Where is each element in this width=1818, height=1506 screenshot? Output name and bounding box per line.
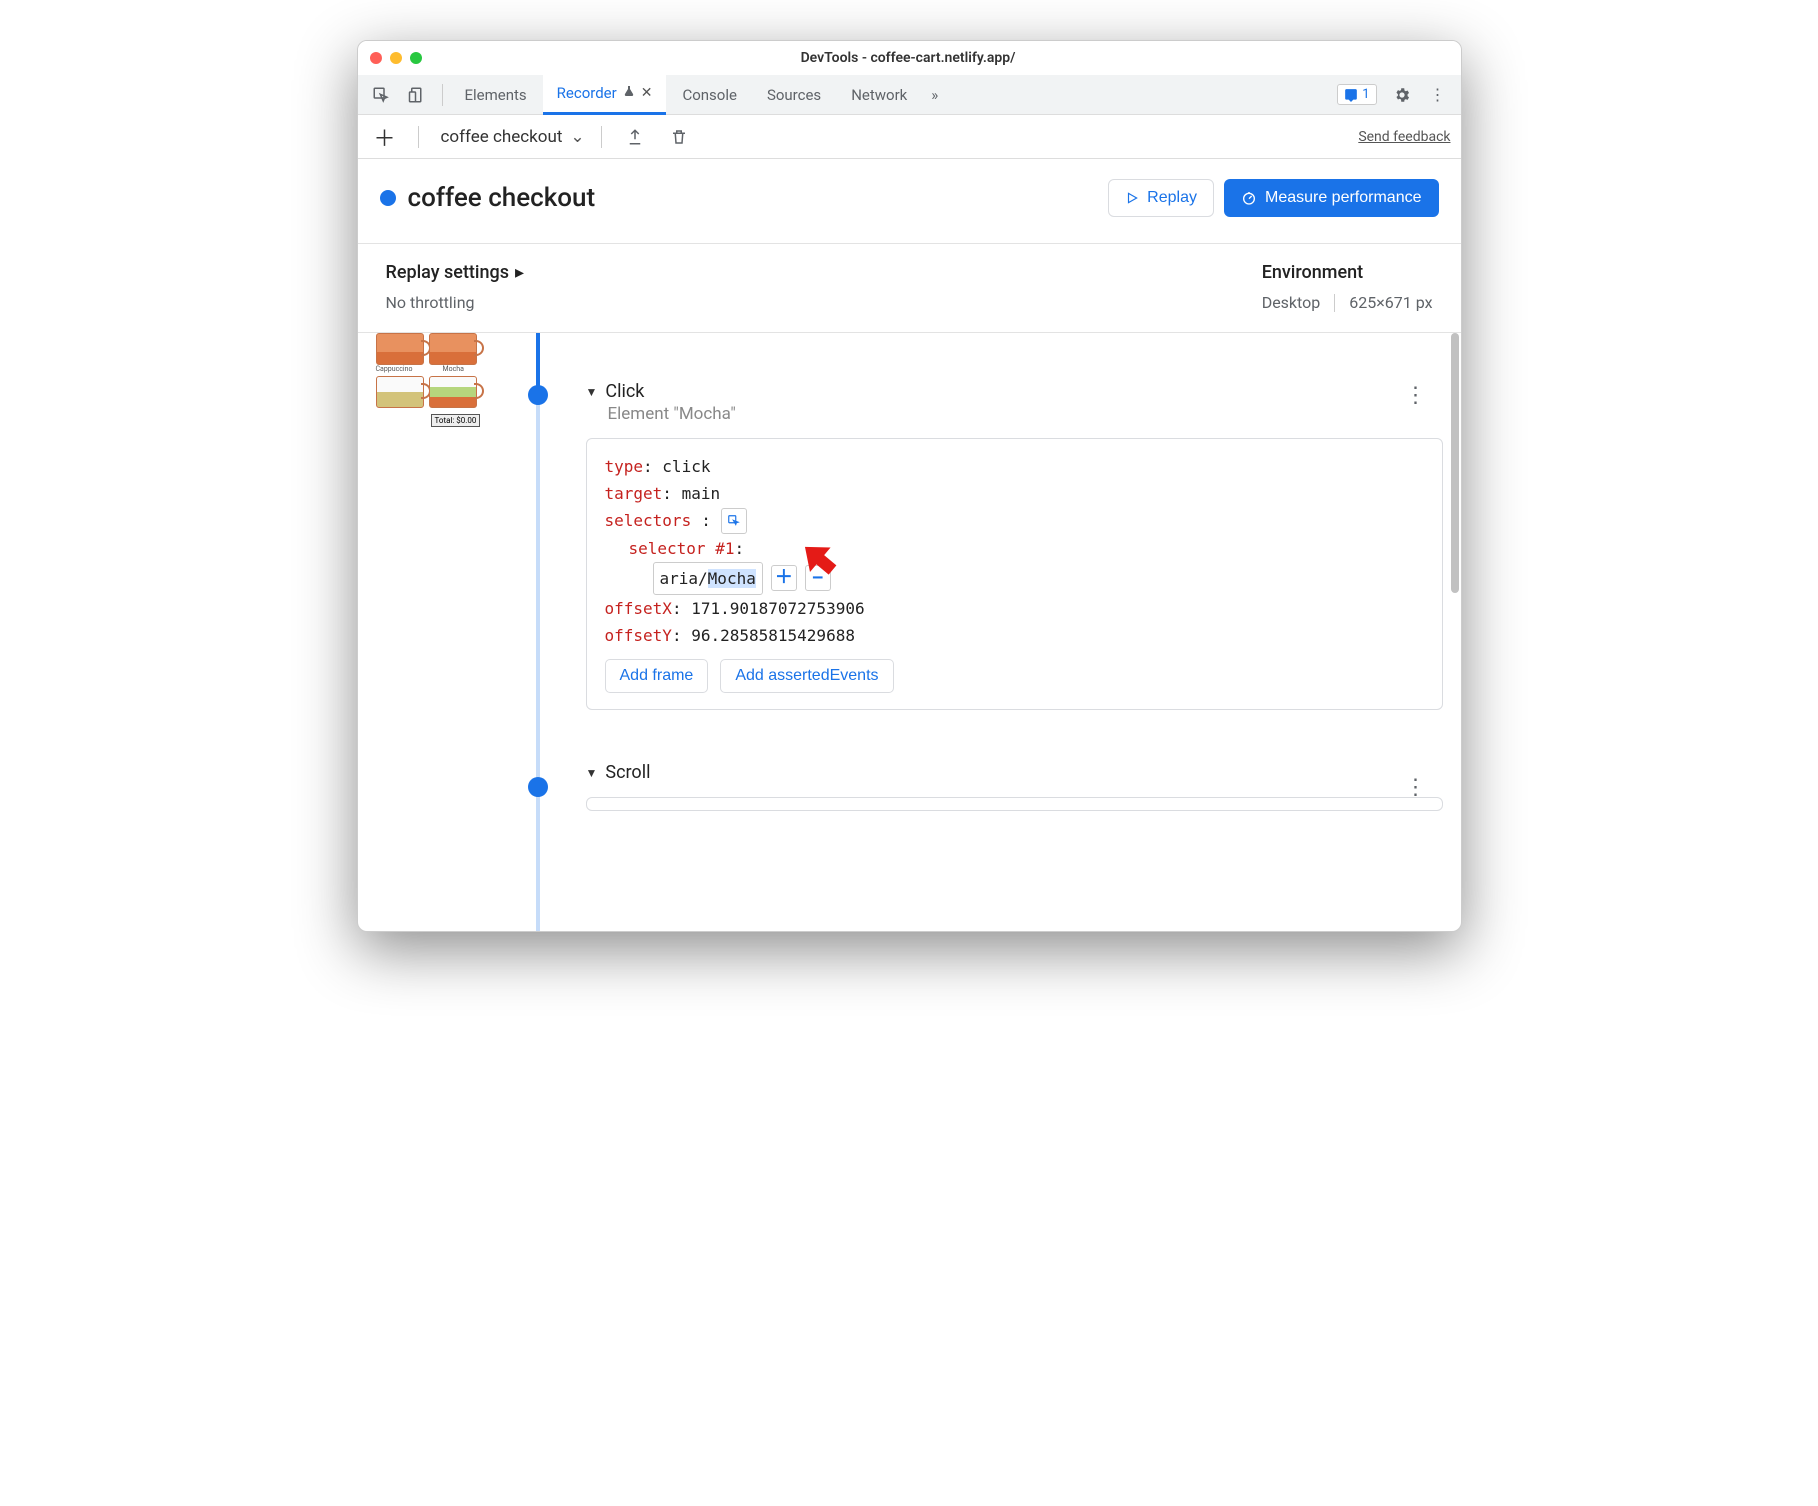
tab-elements[interactable]: Elements xyxy=(451,75,541,115)
divider xyxy=(1334,294,1335,312)
add-frame-button[interactable]: Add frame xyxy=(605,659,709,693)
tab-console[interactable]: Console xyxy=(668,75,751,115)
new-recording-button[interactable]: ＋ xyxy=(368,120,402,154)
step-scroll: ▼ Scroll xyxy=(586,762,1443,811)
step-menu-icon[interactable]: ⋮ xyxy=(1405,775,1427,800)
divider xyxy=(418,126,419,148)
step-menu-icon[interactable]: ⋮ xyxy=(1405,383,1427,408)
step-header[interactable]: ▼ Click xyxy=(586,381,1443,402)
tab-recorder[interactable]: Recorder ✕ xyxy=(543,75,667,115)
traffic-lights xyxy=(370,52,422,64)
recording-name: coffee checkout xyxy=(441,127,563,147)
maximize-window-button[interactable] xyxy=(410,52,422,64)
settings-gear-icon[interactable] xyxy=(1385,78,1419,112)
timeline-node[interactable] xyxy=(528,385,548,405)
settings-row: Replay settings ▸ No throttling Environm… xyxy=(358,244,1461,333)
record-status-dot xyxy=(380,190,396,206)
devtools-window: DevTools - coffee-cart.netlify.app/ Elem… xyxy=(357,40,1462,932)
window-title: DevTools - coffee-cart.netlify.app/ xyxy=(422,50,1395,66)
chevron-right-icon: ▸ xyxy=(515,262,524,283)
step-click: ▼ Click Element "Mocha" type: click targ… xyxy=(586,381,1443,710)
thumbnail-total: Total: $0.00 xyxy=(431,414,481,427)
step-header[interactable]: ▼ Scroll xyxy=(586,762,1443,783)
replay-settings-toggle[interactable]: Replay settings ▸ xyxy=(386,262,525,283)
chevron-down-icon: ⌄ xyxy=(570,127,584,147)
scrollbar-thumb[interactable] xyxy=(1451,333,1459,593)
recording-selector[interactable]: coffee checkout ⌄ xyxy=(441,127,585,147)
expand-icon: ▼ xyxy=(586,766,598,780)
throttle-value: No throttling xyxy=(386,293,525,312)
tab-recorder-label: Recorder xyxy=(557,84,617,102)
inspect-element-icon[interactable] xyxy=(364,78,398,112)
recording-title: coffee checkout xyxy=(408,183,1109,213)
issues-badge[interactable]: 1 xyxy=(1337,84,1376,105)
step-details-collapsed xyxy=(586,797,1443,811)
measure-label: Measure performance xyxy=(1265,189,1422,207)
divider xyxy=(601,126,602,148)
add-selector-button[interactable]: ＋ xyxy=(771,565,797,591)
tab-network[interactable]: Network xyxy=(837,75,921,115)
recorder-toolbar: ＋ coffee checkout ⌄ Send feedback xyxy=(358,115,1461,159)
issues-count: 1 xyxy=(1362,87,1369,102)
timeline-node[interactable] xyxy=(528,777,548,797)
timeline-line-active xyxy=(536,333,540,393)
add-asserted-events-button[interactable]: Add assertedEvents xyxy=(720,659,893,693)
close-window-button[interactable] xyxy=(370,52,382,64)
recording-header: coffee checkout Replay Measure performan… xyxy=(358,159,1461,244)
send-feedback-link[interactable]: Send feedback xyxy=(1358,129,1450,145)
export-icon[interactable] xyxy=(618,120,652,154)
timeline-line xyxy=(536,333,540,931)
expand-icon: ▼ xyxy=(586,385,598,399)
close-tab-icon[interactable]: ✕ xyxy=(641,85,653,101)
viewport-value: 625×671 px xyxy=(1349,293,1432,312)
step-thumbnail: CappuccinoMocha Total: $0.00 xyxy=(376,333,512,423)
selector-value-input[interactable]: aria/Mocha xyxy=(653,562,763,595)
step-subtitle: Element "Mocha" xyxy=(608,404,1443,424)
measure-performance-button[interactable]: Measure performance xyxy=(1224,179,1439,217)
delete-icon[interactable] xyxy=(662,120,696,154)
replay-label: Replay xyxy=(1147,189,1197,207)
steps-scroll[interactable]: CappuccinoMocha Total: $0.00 ⋮ ▼ Click E… xyxy=(358,333,1461,931)
tab-sources[interactable]: Sources xyxy=(753,75,835,115)
remove-selector-button[interactable]: − xyxy=(805,565,831,591)
replay-button[interactable]: Replay xyxy=(1108,179,1214,217)
steps-area: CappuccinoMocha Total: $0.00 ⋮ ▼ Click E… xyxy=(358,333,1461,931)
environment-label: Environment xyxy=(1262,262,1363,283)
minimize-window-button[interactable] xyxy=(390,52,402,64)
flask-icon xyxy=(623,85,635,101)
divider xyxy=(442,84,443,106)
titlebar: DevTools - coffee-cart.netlify.app/ xyxy=(358,41,1461,75)
devtools-tabbar: Elements Recorder ✕ Console Sources Netw… xyxy=(358,75,1461,115)
element-picker-button[interactable] xyxy=(721,508,747,534)
step-name: Scroll xyxy=(605,762,650,783)
replay-settings-label: Replay settings xyxy=(386,262,510,283)
more-tabs-button[interactable]: » xyxy=(923,75,946,115)
more-menu-icon[interactable]: ⋮ xyxy=(1421,78,1455,112)
device-toggle-icon[interactable] xyxy=(400,78,434,112)
step-details: type: click target: main selectors: sele… xyxy=(586,438,1443,710)
device-value: Desktop xyxy=(1262,293,1321,312)
step-name: Click xyxy=(605,381,644,402)
